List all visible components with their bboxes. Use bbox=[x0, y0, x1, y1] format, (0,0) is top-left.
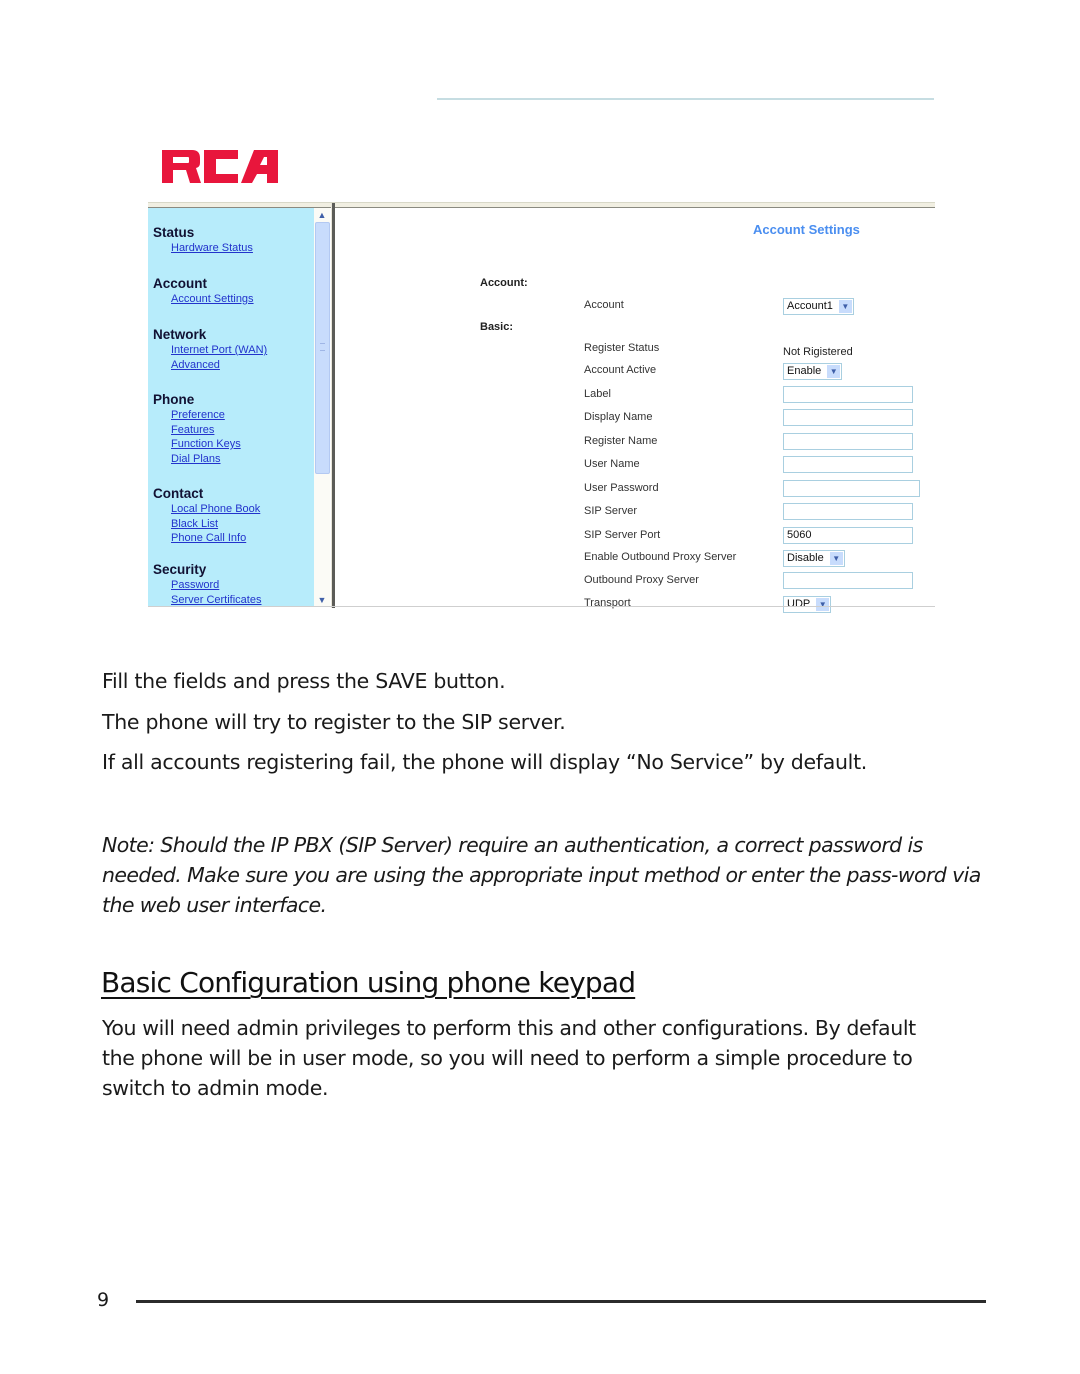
nav-link-black-list[interactable]: Black List bbox=[171, 517, 260, 532]
chevron-down-icon: ▼ bbox=[838, 299, 852, 313]
field-label: Account Active bbox=[584, 364, 657, 376]
nav-group-status: Status Hardware Status bbox=[153, 225, 253, 256]
nav-group-phone: Phone Preference Features Function Keys … bbox=[153, 392, 241, 466]
nav-heading: Status bbox=[153, 225, 195, 240]
nav-heading: Network bbox=[153, 327, 207, 342]
account-select[interactable]: Account1 ▼ bbox=[783, 297, 854, 315]
sip-server-input[interactable] bbox=[783, 503, 913, 520]
field-label: Display Name bbox=[584, 411, 653, 423]
nav-link-hardware-status[interactable]: Hardware Status bbox=[171, 241, 253, 256]
select-value: Disable bbox=[787, 552, 824, 564]
outbound-proxy-enable-select[interactable]: Disable ▼ bbox=[783, 549, 845, 567]
nav-link-local-phone-book[interactable]: Local Phone Book bbox=[171, 502, 260, 517]
nav-group-network: Network Internet Port (WAN) Advanced bbox=[153, 327, 267, 372]
account-settings-panel: Account Settings Account: Basic: Account… bbox=[335, 208, 935, 613]
sidebar-nav: Status Hardware Status Account Account S… bbox=[148, 208, 330, 607]
chevron-down-icon: ▼ bbox=[827, 364, 841, 378]
transport-select[interactable]: UDP ▼ bbox=[783, 595, 832, 613]
display-name-input[interactable] bbox=[783, 409, 913, 426]
account-active-select[interactable]: Enable ▼ bbox=[783, 362, 843, 380]
scroll-up-icon[interactable]: ▲ bbox=[315, 209, 329, 221]
nav-heading: Phone bbox=[153, 392, 195, 407]
field-label: Enable Outbound Proxy Server bbox=[584, 551, 737, 563]
section-label-basic: Basic: bbox=[480, 321, 514, 333]
body-paragraph: You will need admin privileges to perfor… bbox=[102, 1016, 916, 1100]
field-label: Account bbox=[584, 299, 624, 311]
section-heading: Basic Configuration using phone keypad bbox=[101, 966, 636, 999]
label-input[interactable] bbox=[783, 386, 913, 403]
select-value: Enable bbox=[787, 365, 822, 377]
frame-bottom-edge bbox=[148, 606, 935, 607]
field-label: SIP Server Port bbox=[584, 529, 661, 541]
nav-link-preference[interactable]: Preference bbox=[171, 408, 241, 423]
field-label: Register Status bbox=[584, 342, 660, 354]
instruction-line-2: The phone will try to register to the SI… bbox=[102, 710, 566, 734]
browser-frame: Status Hardware Status Account Account S… bbox=[148, 202, 935, 613]
nav-link-server-certificates[interactable]: Server Certificates bbox=[171, 593, 261, 608]
page-number: 9 bbox=[97, 1289, 110, 1311]
grip-icon bbox=[320, 343, 325, 351]
nav-heading: Account bbox=[153, 276, 207, 291]
field-label: SIP Server bbox=[584, 505, 637, 517]
scrollbar-thumb[interactable] bbox=[315, 222, 330, 474]
field-label: User Name bbox=[584, 458, 640, 470]
field-label: Label bbox=[584, 388, 611, 400]
nav-link-password[interactable]: Password bbox=[171, 578, 261, 593]
nav-link-account-settings[interactable]: Account Settings bbox=[171, 292, 254, 307]
footer-rule bbox=[136, 1300, 986, 1303]
select-value: Account1 bbox=[787, 300, 833, 312]
instruction-line-3: If all accounts registering fail, the ph… bbox=[102, 750, 868, 774]
nav-heading: Contact bbox=[153, 486, 204, 501]
header-rule bbox=[437, 98, 934, 100]
user-name-input[interactable] bbox=[783, 456, 913, 473]
nav-link-advanced[interactable]: Advanced bbox=[171, 358, 267, 373]
nav-link-function-keys[interactable]: Function Keys bbox=[171, 437, 241, 452]
web-ui-screenshot: Status Hardware Status Account Account S… bbox=[148, 140, 935, 613]
nav-link-phone-call-info[interactable]: Phone Call Info bbox=[171, 531, 260, 546]
scroll-down-icon[interactable]: ▼ bbox=[315, 594, 329, 606]
chevron-down-icon: ▼ bbox=[829, 551, 843, 565]
note-paragraph: Note: Should the IP PBX (SIP Server) req… bbox=[102, 833, 981, 917]
sidebar-scrollbar[interactable]: ▲ ▼ bbox=[314, 208, 330, 607]
nav-group-account: Account Account Settings bbox=[153, 276, 254, 307]
register-name-input[interactable] bbox=[783, 433, 913, 450]
field-label: Transport bbox=[584, 597, 631, 609]
nav-link-internet-port[interactable]: Internet Port (WAN) bbox=[171, 343, 267, 358]
field-label: Register Name bbox=[584, 435, 658, 447]
nav-group-contact: Contact Local Phone Book Black List Phon… bbox=[153, 486, 260, 546]
nav-link-dial-plans[interactable]: Dial Plans bbox=[171, 452, 241, 467]
section-label-account: Account: bbox=[480, 277, 528, 289]
field-label: User Password bbox=[584, 482, 659, 494]
rca-logo bbox=[162, 150, 278, 183]
page-title: Account Settings bbox=[753, 222, 860, 237]
instruction-line-1: Fill the fields and press the SAVE butto… bbox=[102, 669, 506, 693]
outbound-proxy-server-input[interactable] bbox=[783, 572, 913, 589]
select-value: UDP bbox=[787, 598, 811, 610]
sip-server-port-input[interactable] bbox=[783, 527, 913, 544]
nav-link-features[interactable]: Features bbox=[171, 423, 241, 438]
field-label: Outbound Proxy Server bbox=[584, 574, 699, 586]
register-status-value: Not Rigistered bbox=[783, 346, 853, 358]
nav-heading: Security bbox=[153, 562, 207, 577]
nav-group-security: Security Password Server Certificates bbox=[153, 562, 261, 607]
chevron-down-icon: ▼ bbox=[816, 597, 830, 611]
user-password-input[interactable] bbox=[783, 480, 920, 497]
